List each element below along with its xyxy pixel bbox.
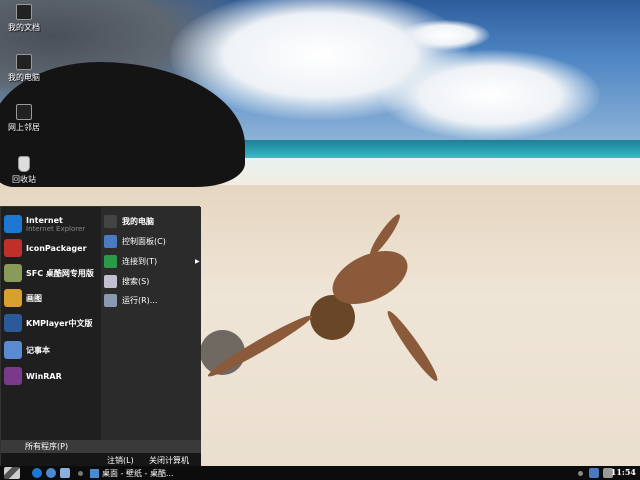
start-menu-place[interactable]: 控制面板(C) (104, 233, 166, 249)
browser-quicklaunch-icon[interactable] (46, 468, 56, 478)
control-panel-icon (104, 234, 117, 248)
system-places: 我的电脑控制面板(C) 连接到(T) ▶ 搜索(S) 运行(R)... (101, 207, 201, 440)
start-menu-item[interactable]: WinRAR (4, 365, 62, 387)
submenu-arrow-icon: ▶ (195, 257, 200, 265)
desktop-icon-recycle-bin[interactable]: 回收站 (4, 156, 44, 185)
taskbar-task-button[interactable]: 桌面 - 壁纸 - 桌酷... (90, 467, 174, 479)
tray-expand-icon[interactable] (578, 471, 583, 476)
start-menu: Internet Internet Explorer IconPackager SFC… (0, 206, 201, 475)
ie-quicklaunch-icon[interactable] (32, 468, 42, 478)
run-icon (104, 293, 117, 307)
start-menu-item[interactable]: 画图 (4, 287, 42, 309)
desktop-icon-my-documents[interactable]: 我的文档 (4, 4, 44, 33)
network-places-icon (16, 104, 32, 120)
my-computer-icon (104, 214, 117, 228)
sfc-icon (4, 264, 22, 282)
start-menu-item[interactable]: IconPackager (4, 237, 87, 259)
taskbar: 桌面 - 壁纸 - 桌酷... 11:54 (0, 466, 640, 480)
show-desktop-icon[interactable] (60, 468, 70, 478)
start-menu-place[interactable]: 连接到(T) ▶ (104, 253, 200, 269)
iconpackager-icon (4, 239, 22, 257)
window-icon (90, 468, 99, 478)
logoff-button[interactable]: 注销(L) (107, 455, 134, 466)
start-menu-place[interactable]: 搜索(S) (104, 273, 149, 289)
internet-explorer-icon (4, 215, 22, 233)
paint-icon (4, 289, 22, 307)
notepad-icon (4, 341, 22, 359)
start-menu-item[interactable]: SFC 桌酷网专用版 (4, 262, 94, 284)
desktop-icon-my-computer[interactable]: 我的电脑 (4, 54, 44, 83)
network-tray-icon[interactable] (589, 468, 599, 478)
clock: 11:54 (610, 467, 636, 477)
start-menu-item[interactable]: 记事本 (4, 339, 50, 361)
search-icon (104, 274, 117, 288)
start-menu-item[interactable]: KMPlayer中文版 (4, 312, 93, 334)
my-computer-icon (16, 54, 32, 70)
start-menu-footer: 注销(L) 关闭计算机(U) (1, 453, 201, 475)
connect-to-icon (104, 254, 117, 268)
recycle-bin-icon (18, 156, 30, 172)
winrar-icon (4, 367, 22, 385)
pinned-programs: Internet Internet Explorer IconPackager SFC… (1, 207, 101, 440)
start-menu-item[interactable]: Internet Internet Explorer (4, 213, 85, 235)
my-documents-icon (16, 4, 32, 20)
start-menu-place[interactable]: 运行(R)... (104, 292, 157, 308)
start-button[interactable] (4, 467, 20, 479)
start-menu-place[interactable]: 我的电脑 (104, 213, 154, 229)
kmplayer-icon (4, 314, 22, 332)
desktop-icon-network-places[interactable]: 网上邻居 (4, 104, 44, 133)
all-programs-button[interactable]: 所有程序(P) (1, 440, 201, 453)
quicklaunch-separator-icon (78, 471, 83, 476)
